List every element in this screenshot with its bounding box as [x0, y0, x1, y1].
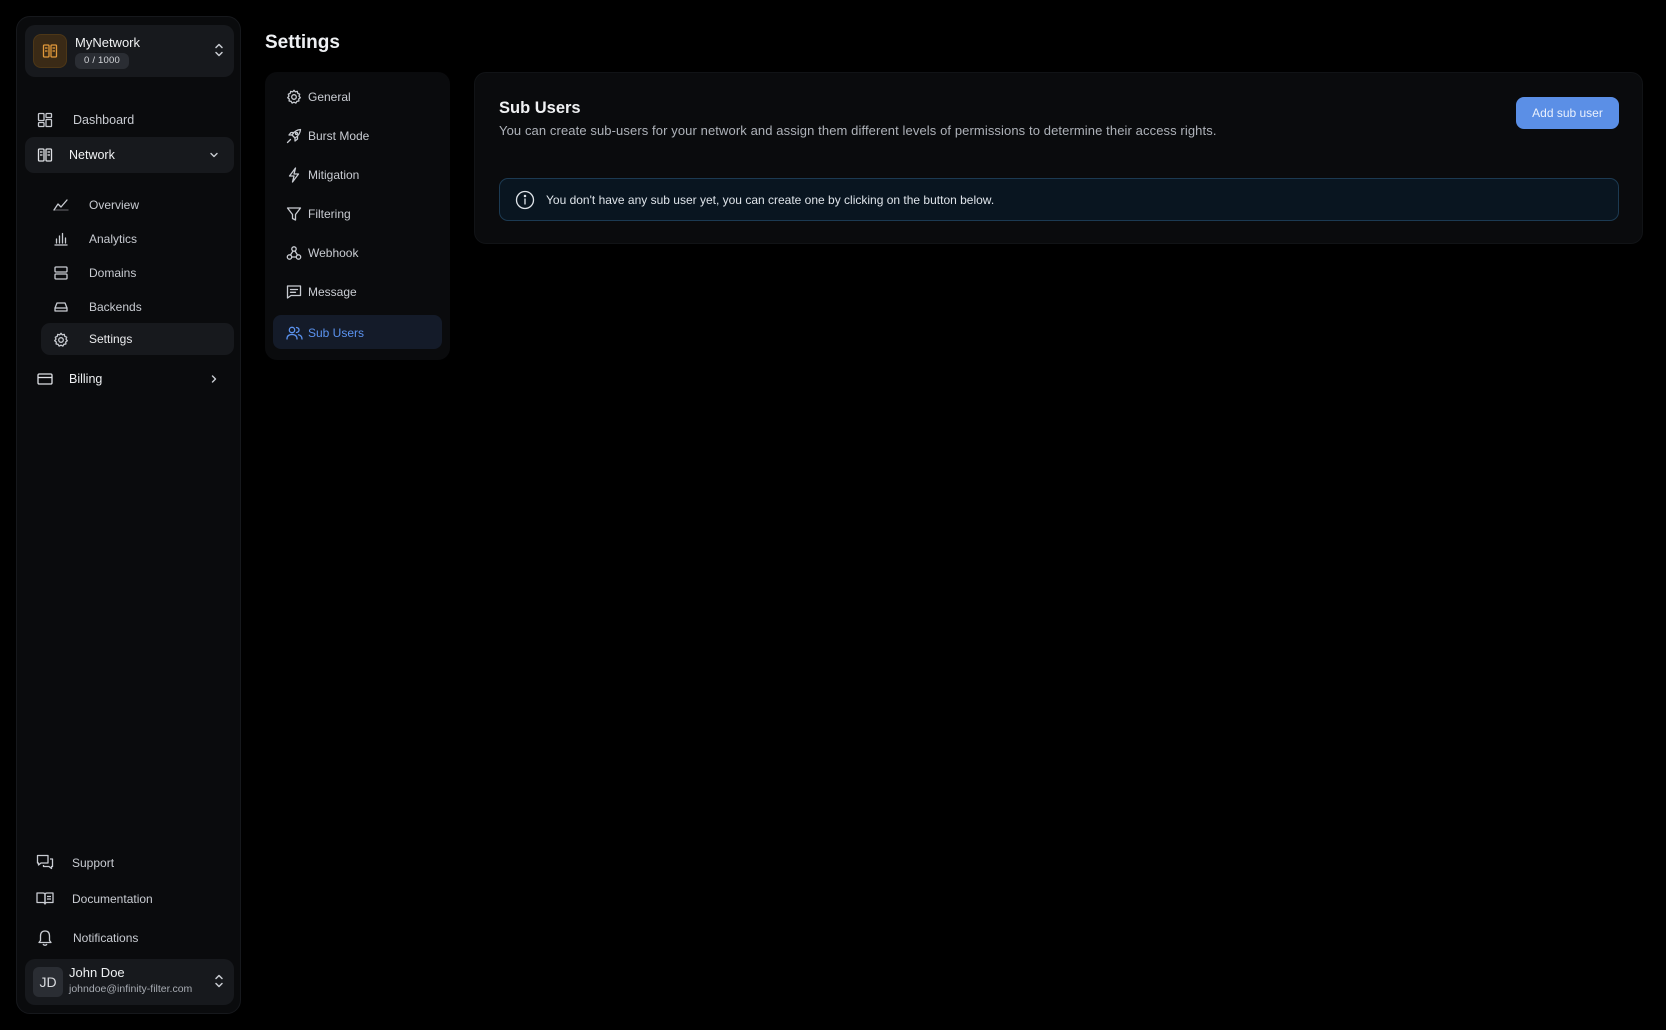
nav-item-billing[interactable]: Billing — [25, 361, 234, 397]
hard-drive-icon — [53, 300, 69, 314]
nav-item-notifications[interactable]: Notifications — [25, 923, 234, 953]
chevron-down-icon — [208, 149, 220, 161]
add-sub-user-button[interactable]: Add sub user — [1516, 97, 1619, 129]
sidebar-item-settings[interactable]: Settings — [41, 323, 234, 355]
chevron-right-icon — [208, 373, 220, 385]
nav-label-network: Network — [69, 148, 115, 162]
avatar: JD — [33, 967, 63, 997]
nav-label-notifications: Notifications — [73, 931, 139, 945]
nav-item-network[interactable]: Network — [25, 137, 234, 173]
network-name: MyNetwork — [75, 35, 141, 50]
trend-line-icon — [53, 198, 69, 212]
book-open-icon — [36, 890, 54, 906]
nav-label-support: Support — [72, 856, 115, 870]
users-icon — [286, 325, 303, 341]
server-stack-icon — [53, 266, 69, 280]
sidebar-item-analytics[interactable]: Analytics — [41, 223, 234, 255]
tab-mitigation[interactable]: Mitigation — [273, 157, 442, 191]
sidebar-item-overview[interactable]: Overview — [41, 189, 234, 221]
sidebar-label-settings: Settings — [89, 332, 133, 346]
tab-label-filtering: Filtering — [308, 207, 351, 221]
network-grid-icon — [33, 34, 67, 68]
network-switcher[interactable]: MyNetwork 0 / 1000 — [25, 25, 234, 77]
sub-users-panel: Sub Users You can create sub-users for y… — [474, 72, 1643, 244]
nav-item-dashboard[interactable]: Dashboard — [25, 102, 234, 138]
tab-message[interactable]: Message — [273, 274, 442, 308]
bell-icon — [36, 929, 54, 947]
tab-label-sub-users: Sub Users — [308, 326, 365, 340]
empty-state-alert: You don't have any sub user yet, you can… — [499, 178, 1619, 221]
user-name: John Doe — [69, 965, 125, 980]
section-title: Sub Users — [499, 99, 581, 117]
webhook-icon — [286, 245, 302, 261]
nav-item-support[interactable]: Support — [25, 848, 234, 878]
settings-nav: General Burst Mode Mitigation Filtering — [265, 72, 450, 360]
sidebar-label-backends: Backends — [89, 300, 142, 314]
sidebar-item-domains[interactable]: Domains — [41, 257, 234, 289]
tab-label-webhook: Webhook — [308, 246, 359, 260]
tab-label-general: General — [308, 90, 351, 104]
chevron-up-down-icon — [214, 42, 224, 58]
dashboard-icon — [37, 112, 53, 128]
gear-icon — [286, 89, 302, 105]
tab-webhook[interactable]: Webhook — [273, 235, 442, 269]
message-square-icon — [286, 284, 302, 300]
nav-item-documentation[interactable]: Documentation — [25, 884, 234, 914]
tab-filtering[interactable]: Filtering — [273, 196, 442, 230]
tab-burst-mode[interactable]: Burst Mode — [273, 118, 442, 152]
user-email: johndoe@infinity-filter.com — [69, 983, 193, 995]
tab-label-burst-mode: Burst Mode — [308, 129, 370, 143]
tab-sub-users[interactable]: Sub Users — [273, 315, 442, 349]
nav-label-dashboard: Dashboard — [73, 113, 135, 127]
network-icon — [37, 147, 53, 163]
filter-funnel-icon — [286, 206, 302, 222]
bar-chart-icon — [53, 232, 69, 246]
page-title: Settings — [265, 32, 340, 53]
credit-card-icon — [37, 371, 53, 387]
rocket-icon — [286, 128, 302, 144]
sidebar: MyNetwork 0 / 1000 Dashboard Network Ove… — [16, 16, 241, 1014]
sidebar-label-overview: Overview — [89, 198, 140, 212]
tab-label-mitigation: Mitigation — [308, 168, 360, 182]
empty-state-message: You don't have any sub user yet, you can… — [546, 193, 995, 207]
chat-bubbles-icon — [36, 854, 54, 870]
gear-icon — [53, 332, 69, 348]
info-circle-icon — [515, 190, 535, 210]
nav-label-documentation: Documentation — [72, 892, 153, 906]
sidebar-item-backends[interactable]: Backends — [41, 291, 234, 323]
chevron-up-down-icon — [214, 973, 224, 989]
tab-label-message: Message — [308, 285, 357, 299]
nav-label-billing: Billing — [69, 372, 103, 386]
user-account-menu[interactable]: JD John Doe johndoe@infinity-filter.com — [25, 959, 234, 1005]
sidebar-label-domains: Domains — [89, 266, 137, 280]
sidebar-label-analytics: Analytics — [89, 232, 138, 246]
lightning-bolt-icon — [286, 167, 302, 183]
network-quota-badge: 0 / 1000 — [75, 53, 129, 69]
section-description: You can create sub-users for your networ… — [499, 123, 1217, 138]
tab-general[interactable]: General — [273, 79, 442, 113]
